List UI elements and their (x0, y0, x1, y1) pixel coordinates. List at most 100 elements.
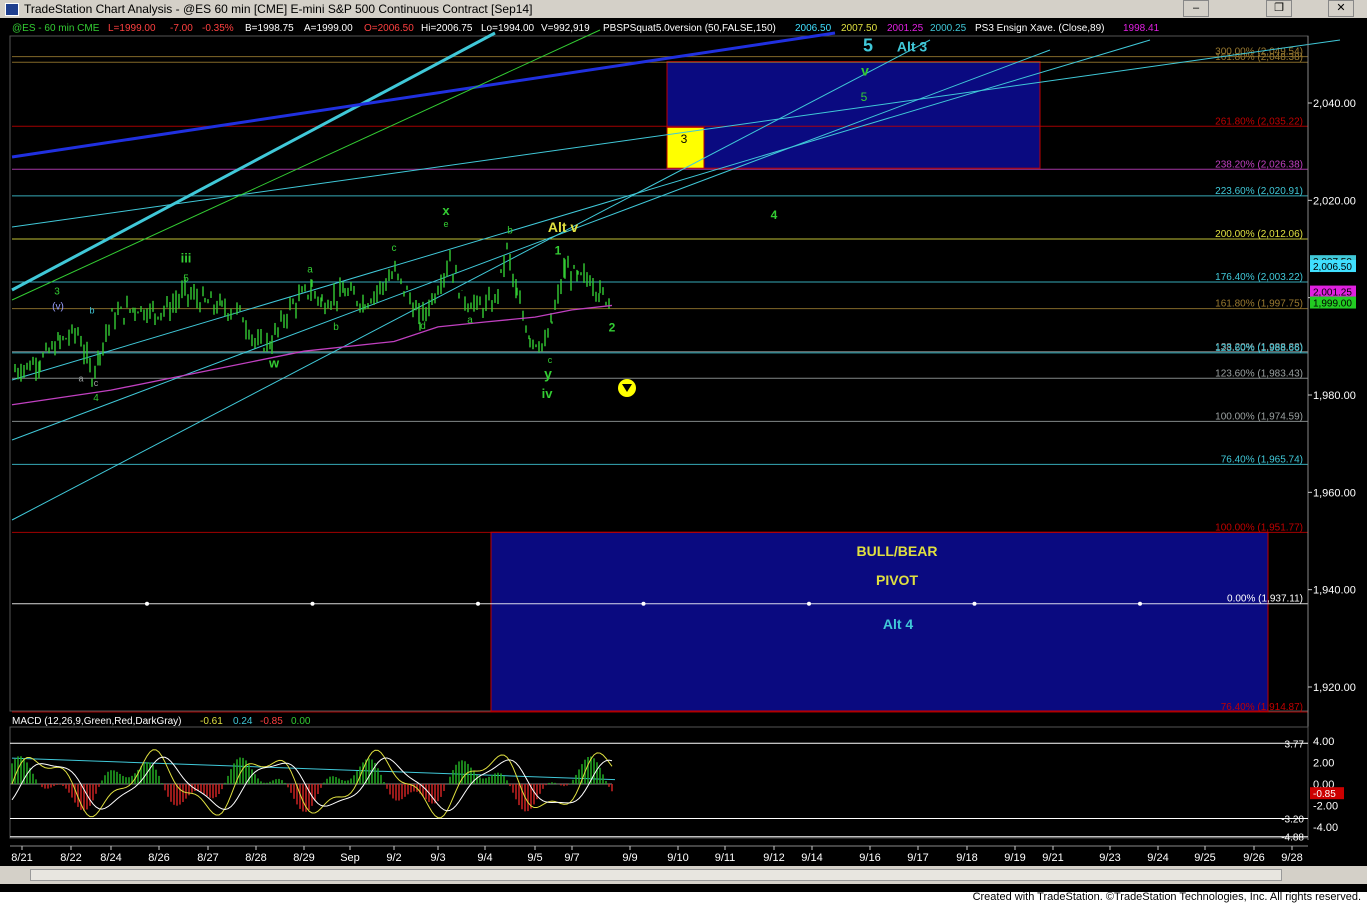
macd-axis-label: -4.00 (1313, 822, 1338, 834)
macd-level-label: -4.88 (1281, 833, 1304, 844)
macd-axis-label: 2.00 (1313, 757, 1334, 769)
wave-label: 2 (609, 321, 616, 335)
fib-label: 223.60% (2,020.91) (1215, 186, 1303, 197)
date-label: 9/4 (477, 852, 492, 864)
date-label: 8/29 (293, 852, 314, 864)
date-label: 8/27 (197, 852, 218, 864)
header-high: Hi=2006.75 (421, 23, 473, 34)
wave-label: 5 (183, 274, 189, 285)
date-label: 9/19 (1004, 852, 1025, 864)
fib-label: 161.80% (2,048.38) (1215, 52, 1303, 63)
date-label: 9/21 (1042, 852, 1063, 864)
wave-label: c (392, 243, 397, 254)
wave-label: 3 (54, 287, 60, 298)
fib-label: 238.20% (2,026.38) (1215, 159, 1303, 170)
macd-value-1: -0.61 (200, 716, 223, 727)
wave-label: w (268, 355, 280, 370)
price-tag-label: 2,006.50 (1313, 262, 1352, 273)
date-label: 8/26 (148, 852, 169, 864)
fib-label: 161.80% (1,997.75) (1215, 299, 1303, 310)
macd-tag-label: -0.85 (1313, 789, 1336, 800)
date-label: 8/24 (100, 852, 121, 864)
pivot-dot (145, 601, 149, 606)
header-study: PBSPSquat5.0version (50,FALSE,150) (603, 23, 776, 34)
header-bid: B=1998.75 (245, 23, 294, 34)
date-label: 9/2 (386, 852, 401, 864)
header-study-value-2: 2007.50 (841, 23, 878, 34)
fib-label: 200.00% (2,012.06) (1215, 229, 1303, 240)
wave-label: a (307, 264, 313, 275)
date-label: 9/23 (1099, 852, 1120, 864)
header-symbol: @ES - 60 min CME (12, 23, 100, 34)
fib-label: 76.40% (1,965.74) (1221, 454, 1303, 465)
wave-label: 4 (93, 393, 99, 404)
wave-label: iv (542, 386, 554, 401)
wave-label: y (544, 365, 552, 381)
pivot-dot (310, 601, 315, 606)
wave-label: PIVOT (876, 572, 918, 588)
date-label: 9/26 (1243, 852, 1264, 864)
chart-canvas[interactable]: 300.00% (2,049.54)161.80% (2,048.38)261.… (0, 18, 1367, 866)
header-open: O=2006.50 (364, 23, 414, 34)
date-label: 9/17 (907, 852, 928, 864)
wave-label: iii (181, 251, 192, 266)
fib-label: 123.60% (1,983.43) (1215, 368, 1303, 379)
scrollbar-thumb[interactable] (30, 869, 1282, 881)
price-axis-label: 1,920.00 (1313, 682, 1356, 694)
wave-label: Alt 3 (897, 38, 928, 54)
wave-label: c (94, 378, 99, 388)
fib-label: 176.40% (2,003.22) (1215, 272, 1303, 283)
wave-label: b (507, 225, 513, 236)
close-button[interactable]: ✕ (1328, 0, 1354, 17)
wave-label: BULL/BEAR (857, 543, 938, 559)
window-titlebar: TradeStation Chart Analysis - @ES 60 min… (0, 0, 1367, 19)
price-axis-label: 2,040.00 (1313, 98, 1356, 110)
date-label: 8/22 (60, 852, 81, 864)
wave-label: a (78, 373, 83, 383)
wave-label: x (442, 203, 450, 218)
window-title: TradeStation Chart Analysis - @ES 60 min… (24, 2, 533, 16)
price-axis-label: 1,980.00 (1313, 390, 1356, 402)
header-change: -7.00 (170, 23, 193, 34)
horizontal-scrollbar[interactable] (0, 866, 1367, 884)
date-label: 8/28 (245, 852, 266, 864)
date-label: 9/11 (715, 852, 736, 864)
target-box-upper (666, 61, 1041, 169)
price-axis-label: 1,940.00 (1313, 585, 1356, 597)
date-label: Sep (340, 852, 360, 864)
header-ema-value: 1998.41 (1123, 23, 1160, 34)
date-label: 9/3 (430, 852, 445, 864)
fib-label: 123.60% (1,988.66) (1215, 343, 1303, 354)
date-label: 9/18 (956, 852, 977, 864)
pivot-dot (1138, 601, 1142, 606)
macd-header: MACD (12,26,9,Green,Red,DarkGray) (12, 716, 182, 727)
wave-label: 5 (861, 90, 868, 104)
date-label: 9/9 (622, 852, 637, 864)
pivot-dot (807, 601, 811, 606)
macd-axis-label: 4.00 (1313, 736, 1334, 748)
wave-label: b (333, 322, 339, 333)
footer-copyright: Created with TradeStation. ©TradeStation… (972, 891, 1361, 903)
macd-level-label: -3.20 (1281, 815, 1304, 826)
fib-label: 100.00% (1,951.77) (1215, 522, 1303, 533)
date-label: 9/24 (1147, 852, 1168, 864)
header-ask: A=1999.00 (304, 23, 353, 34)
header-last: L=1999.00 (108, 23, 156, 34)
header-percent: -0.35% (202, 23, 234, 34)
footer: Created with TradeStation. ©TradeStation… (0, 891, 1367, 904)
wave-label: 3 (681, 132, 688, 146)
date-label: 9/10 (667, 852, 688, 864)
header-volume: V=992,919 (541, 23, 590, 34)
restore-button[interactable]: ❐ (1266, 0, 1292, 17)
minimize-button[interactable]: – (1183, 0, 1209, 17)
date-label: 9/7 (564, 852, 579, 864)
wave-label: a (467, 315, 473, 326)
wave-label: d (420, 321, 426, 332)
pivot-dot (641, 601, 646, 606)
wave-label: (v) (52, 301, 64, 312)
fib-label: 100.00% (1,974.59) (1215, 411, 1303, 422)
price-axis-label: 2,020.00 (1313, 195, 1356, 207)
header-study-value-3: 2001.25 (887, 23, 924, 34)
date-label: 9/16 (859, 852, 880, 864)
fib-label: 0.00% (1,937.11) (1227, 594, 1303, 605)
